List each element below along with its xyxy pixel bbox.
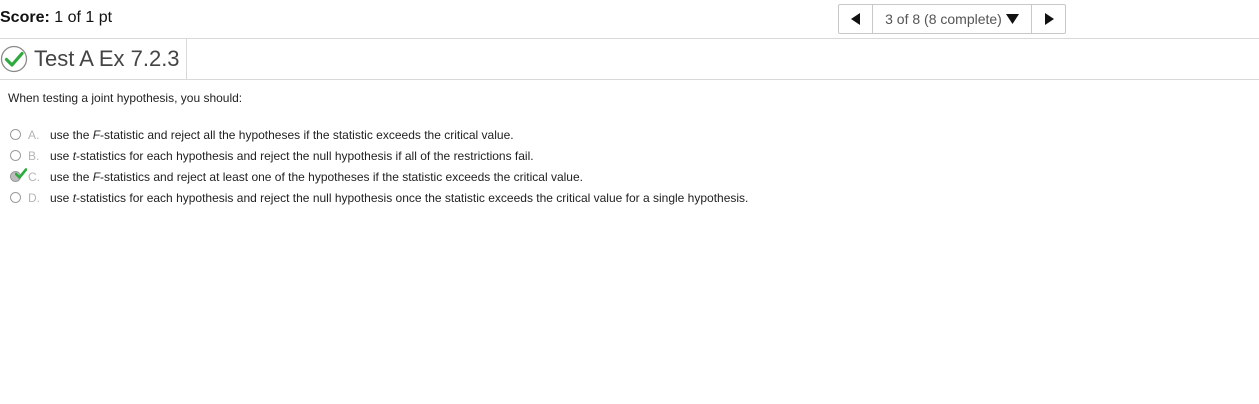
correct-checkmark-icon bbox=[15, 168, 27, 179]
option-b-radio[interactable] bbox=[10, 150, 21, 161]
option-d-letter: D. bbox=[28, 190, 40, 205]
option-d-text: use t-statistics for each hypothesis and… bbox=[50, 190, 749, 205]
option-a-letter: A. bbox=[28, 127, 40, 142]
triangle-left-icon bbox=[850, 13, 860, 25]
previous-question-button[interactable] bbox=[839, 5, 873, 33]
question-position-label: 3 of 8 (8 complete) bbox=[885, 11, 1002, 27]
question-navigator: 3 of 8 (8 complete) bbox=[838, 4, 1066, 34]
score-bar: Score: 1 of 1 pt 3 of 8 (8 complete) bbox=[0, 0, 1259, 39]
option-a-text: use the F-statistic and reject all the h… bbox=[50, 127, 514, 142]
triangle-down-icon bbox=[1005, 14, 1019, 24]
next-question-button[interactable] bbox=[1031, 5, 1065, 33]
question-title-bar: Test A Ex 7.2.3 bbox=[0, 39, 1259, 80]
score-value: 1 of 1 pt bbox=[54, 9, 113, 26]
option-a[interactable]: A. use the F-statistic and reject all th… bbox=[8, 124, 748, 145]
option-a-radio[interactable] bbox=[10, 129, 21, 140]
question-title-cell: Test A Ex 7.2.3 bbox=[0, 39, 187, 79]
question-title: Test A Ex 7.2.3 bbox=[34, 46, 180, 71]
option-b-letter: B. bbox=[28, 148, 40, 163]
option-d[interactable]: D. use t-statistics for each hypothesis … bbox=[8, 187, 748, 208]
score: Score: 1 of 1 pt bbox=[0, 9, 112, 27]
option-c-letter: C. bbox=[28, 169, 40, 184]
triangle-right-icon bbox=[1044, 13, 1054, 25]
answer-options: A. use the F-statistic and reject all th… bbox=[8, 124, 748, 208]
option-d-radio[interactable] bbox=[10, 192, 21, 203]
correct-check-circle-icon bbox=[0, 45, 28, 73]
option-c-text: use the F-statistics and reject at least… bbox=[50, 169, 583, 184]
question-prompt: When testing a joint hypothesis, you sho… bbox=[8, 91, 243, 105]
score-label: Score: bbox=[0, 9, 50, 26]
option-b[interactable]: B. use t-statistics for each hypothesis … bbox=[8, 145, 748, 166]
question-position-dropdown[interactable]: 3 of 8 (8 complete) bbox=[873, 5, 1031, 33]
option-c[interactable]: C. use the F-statistics and reject at le… bbox=[8, 166, 748, 187]
option-b-text: use t-statistics for each hypothesis and… bbox=[50, 148, 534, 163]
